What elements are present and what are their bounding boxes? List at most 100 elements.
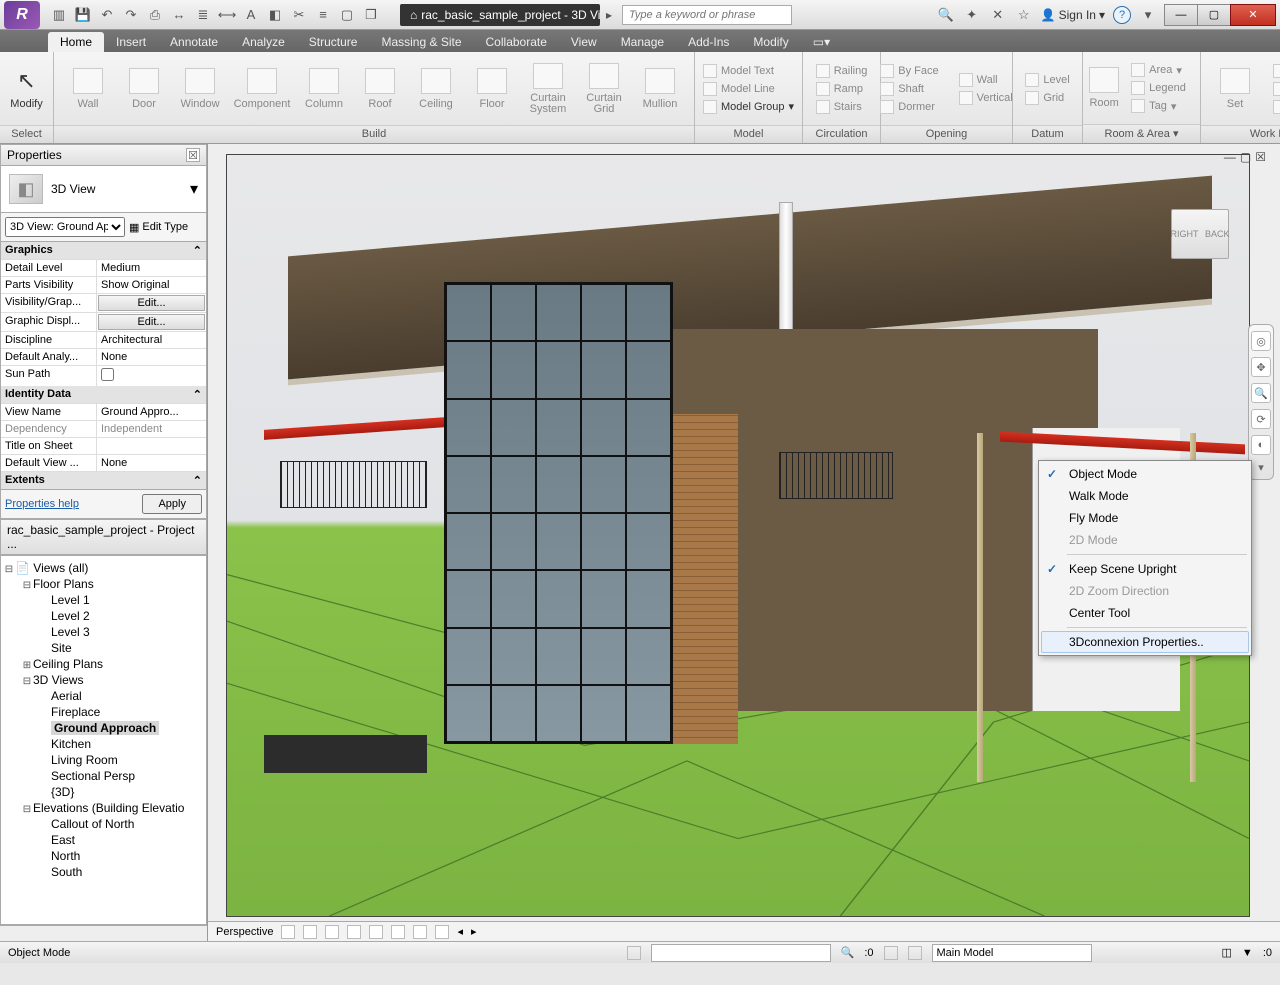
tab-view[interactable]: View (559, 32, 609, 52)
def-analy-value[interactable]: None (97, 349, 206, 365)
tag-button[interactable]: Tag ▾ (1129, 98, 1188, 114)
tab-insert[interactable]: Insert (104, 32, 158, 52)
dim-icon[interactable]: ⟷ (218, 6, 236, 24)
recent-docs-chevron-icon[interactable]: ▸ (606, 8, 612, 22)
cat-extents[interactable]: Extents⌃ (1, 471, 206, 489)
set-workplane-button[interactable]: Set (1209, 58, 1261, 120)
measure-icon[interactable]: ↔ (170, 6, 188, 24)
tree-item[interactable]: 3D Views (33, 673, 83, 687)
grid-button[interactable]: Grid (1023, 90, 1071, 106)
cat-identity[interactable]: Identity Data⌃ (1, 386, 206, 403)
door-button[interactable]: Door (118, 58, 170, 120)
tree-item[interactable]: Level 1 (51, 593, 90, 607)
app-menu-button[interactable]: R (4, 1, 40, 29)
tree-item[interactable]: South (51, 865, 82, 879)
detail-level-value[interactable]: Medium (97, 260, 206, 276)
tree-item[interactable]: Ceiling Plans (33, 657, 103, 671)
expand-icon[interactable]: ⊞ (21, 660, 33, 671)
zoom-icon[interactable]: 🔍 (1251, 383, 1271, 403)
redo-icon[interactable]: ↷ (122, 6, 140, 24)
editable-only-icon[interactable] (884, 946, 898, 960)
switch-window-icon[interactable]: ❐ (362, 6, 380, 24)
filter-icon[interactable]: ▼ (1242, 947, 1253, 959)
stairs-button[interactable]: Stairs (814, 99, 870, 115)
lock-icon[interactable] (413, 925, 427, 939)
type-selector[interactable]: ◧ 3D View ▾ (0, 166, 207, 213)
tree-item[interactable]: Callout of North (51, 817, 134, 831)
ramp-button[interactable]: Ramp (814, 81, 870, 97)
expand-icon[interactable]: ⊟ (21, 804, 33, 815)
show-button[interactable]: Show (1271, 63, 1280, 79)
shadows-icon[interactable] (325, 925, 339, 939)
browser-scrollbar[interactable] (0, 925, 207, 941)
title-sheet-value[interactable] (97, 438, 206, 454)
design-options-icon[interactable] (908, 946, 922, 960)
tab-massing-site[interactable]: Massing & Site (369, 32, 473, 52)
roof-button[interactable]: Roof (354, 58, 406, 120)
vis-graph-edit-button[interactable]: Edit... (98, 295, 205, 311)
menu-walk-mode[interactable]: Walk Mode (1041, 485, 1249, 507)
tree-item[interactable]: Kitchen (51, 737, 91, 751)
discipline-value[interactable]: Architectural (97, 332, 206, 348)
help-icon[interactable]: ? (1113, 6, 1131, 24)
tab-analyze[interactable]: Analyze (230, 32, 297, 52)
menu-object-mode[interactable]: ✓Object Mode (1041, 463, 1249, 485)
subscription-icon[interactable]: ✦ (963, 6, 981, 24)
tab-collaborate[interactable]: Collaborate (474, 32, 559, 52)
document-tab[interactable]: ⌂ rac_basic_sample_project - 3D Vie... (400, 4, 600, 26)
view-maximize-icon[interactable]: ▢ (1240, 150, 1251, 164)
model-group-button[interactable]: Model Group ▾ (701, 99, 796, 115)
properties-header[interactable]: Properties☒ (0, 144, 207, 166)
nav-chevron-icon[interactable]: ▾ (1251, 461, 1271, 473)
close-hidden-icon[interactable]: ▢ (338, 6, 356, 24)
view-close-icon[interactable]: ☒ (1255, 150, 1266, 164)
tab-manage[interactable]: Manage (609, 32, 676, 52)
legend-button[interactable]: Legend (1129, 80, 1188, 96)
area-button[interactable]: Area ▾ (1129, 62, 1188, 78)
tree-item[interactable]: Level 2 (51, 609, 90, 623)
shaft-button[interactable]: Shaft (878, 81, 940, 97)
tab-addins[interactable]: Add-Ins (676, 32, 741, 52)
view-nav-left-icon[interactable]: ◂ (457, 925, 463, 938)
workset-icon[interactable] (627, 946, 641, 960)
tab-overflow-icon[interactable]: ▭▾ (801, 32, 842, 52)
menu-fly-mode[interactable]: Fly Mode (1041, 507, 1249, 529)
help-chevron-icon[interactable]: ▾ (1139, 6, 1157, 24)
view-minimize-icon[interactable]: — (1224, 150, 1236, 164)
def-view-value[interactable]: None (97, 455, 206, 471)
tree-item[interactable]: {3D} (51, 785, 74, 799)
browser-header[interactable]: rac_basic_sample_project - Project ... (0, 519, 207, 555)
properties-help-link[interactable]: Properties help (5, 498, 79, 510)
search-input[interactable] (622, 5, 792, 25)
vertical-button[interactable]: Vertical (957, 90, 1015, 106)
align-icon[interactable]: ≣ (194, 6, 212, 24)
level-button[interactable]: Level (1023, 72, 1071, 88)
crop-icon[interactable] (369, 925, 383, 939)
tab-home[interactable]: Home (48, 32, 104, 52)
tree-item[interactable]: North (51, 849, 80, 863)
orbit-icon[interactable]: ⟳ (1251, 409, 1271, 429)
component-button[interactable]: Component (230, 58, 294, 120)
rendering-icon[interactable] (347, 925, 361, 939)
thin-lines-icon[interactable]: ≡ (314, 6, 332, 24)
infocenter-search-icon[interactable]: 🔍 (937, 6, 955, 24)
expand-icon[interactable]: ⊟ (3, 564, 15, 575)
pan-icon[interactable]: ✥ (1251, 357, 1271, 377)
tree-item[interactable]: Level 3 (51, 625, 90, 639)
steering-wheel-icon[interactable]: ◎ (1251, 331, 1271, 351)
menu-keep-upright[interactable]: ✓Keep Scene Upright (1041, 558, 1249, 580)
railing-button[interactable]: Railing (814, 63, 870, 79)
tree-item[interactable]: Site (51, 641, 72, 655)
press-drag-icon[interactable]: ◫ (1222, 946, 1232, 959)
ceiling-button[interactable]: Ceiling (410, 58, 462, 120)
curtain-grid-button[interactable]: Curtain Grid (578, 58, 630, 120)
menu-center-tool[interactable]: Center Tool (1041, 602, 1249, 624)
print-icon[interactable]: ⎙ (146, 6, 164, 24)
active-only-icon[interactable]: 🔍 (841, 946, 855, 959)
model-line-button[interactable]: Model Line (701, 81, 796, 97)
project-browser-tree[interactable]: ⊟📄 Views (all) ⊟Floor Plans Level 1 Leve… (0, 555, 207, 925)
open-icon[interactable]: ▥ (50, 6, 68, 24)
cat-graphics[interactable]: Graphics⌃ (1, 242, 206, 259)
expand-icon[interactable]: ⊟ (21, 580, 33, 591)
tree-item[interactable]: Fireplace (51, 705, 100, 719)
